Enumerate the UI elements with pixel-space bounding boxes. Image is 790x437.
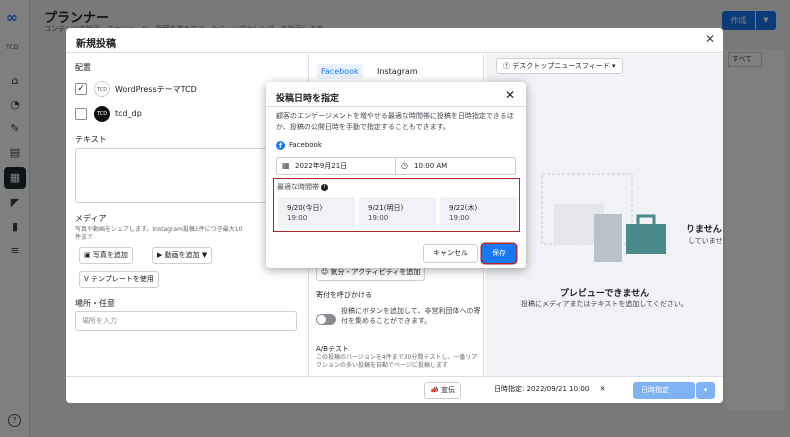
text-label: テキスト (75, 135, 107, 144)
preview-illustration (541, 173, 666, 262)
slot-day: 9/20(今日) (287, 204, 323, 212)
use-template-button[interactable]: V テンプレートを使用 (79, 271, 159, 288)
slot-time: 19:00 (287, 214, 308, 222)
media-note-2: 件まで (75, 234, 94, 241)
tab-facebook[interactable]: Facebook (317, 64, 363, 79)
cancel-button[interactable]: キャンセル (423, 244, 478, 263)
slot-day: 9/22(木) (449, 204, 478, 212)
time-slot[interactable]: 9/22(木) 19:00 (440, 197, 517, 228)
time-slot[interactable]: 9/21(明日) 19:00 (359, 197, 436, 228)
schedule-dialog: 投稿日時を指定 ✕ 顧客のエンゲージメントを増やせる最適な時間帯に投稿を日時指定… (266, 82, 526, 268)
boost-label: 宣伝 (440, 386, 455, 394)
time-picker[interactable]: ◷ 10:00 AM (396, 157, 516, 175)
boost-button[interactable]: 📣 宣伝 (424, 382, 461, 399)
dialog-title: 投稿日時を指定 (276, 94, 340, 104)
media-label: メディア (75, 214, 107, 223)
info-icon[interactable]: i (321, 183, 328, 191)
post-text-input[interactable] (75, 148, 297, 203)
placement-label: 配置 (75, 63, 91, 72)
schedule-dropdown-icon[interactable]: ▾ (696, 382, 715, 399)
add-photo-label: 写真を追加 (92, 251, 128, 259)
donation-label: 寄付を呼びかける (316, 291, 372, 299)
account-checkbox[interactable] (75, 108, 87, 120)
composer-close-icon[interactable]: ✕ (703, 32, 717, 46)
dialog-description: 顧客のエンゲージメントを増やせる最適な時間帯に投稿を日時指定できるほか、投稿の公… (276, 112, 514, 131)
save-button[interactable]: 保存 (482, 244, 516, 263)
composer-title: 新規投稿 (76, 39, 116, 50)
tab-instagram[interactable]: Instagram (373, 64, 422, 79)
place-input[interactable]: 場所を入力 (75, 311, 297, 331)
feed-dropdown[interactable]: ⓕ デスクトップニュースフィード ▾ (496, 58, 623, 74)
schedule-button-label: 日時指定 (641, 386, 669, 394)
feed-dropdown-label: デスクトップニュースフィード (512, 62, 610, 70)
place-label: 場所・任意 (75, 299, 115, 308)
time-slot[interactable]: 9/20(今日) 19:00 (278, 197, 355, 228)
media-note: 写真や動画をシェアします。Instagram投稿1件につき最大10 (75, 226, 243, 233)
preview-title: プレビューできません (559, 289, 650, 299)
facebook-icon: f (276, 141, 285, 150)
clock-icon: ◷ (401, 161, 408, 170)
time-value: 10:00 AM (414, 162, 448, 170)
donation-desc: 投稿にボタンを追加して、非営利団体への寄付を集めることができます。 (341, 307, 481, 325)
account-checkbox[interactable]: ✓ (75, 83, 87, 95)
date-picker[interactable]: ▦ 2022年9月21日 (276, 157, 396, 175)
account-name: tcd_dp (115, 109, 142, 118)
ab-test-desc: この投稿のバージョンを4件まで30分間テストし、一番リアクションの多い投稿を自動… (316, 354, 478, 369)
schedule-button[interactable]: 日時指定 (633, 382, 695, 399)
calendar-icon: ▦ (282, 161, 290, 170)
feeling-label: 気分・アクティビティを追加 (330, 268, 421, 276)
template-label: テンプレートを使用 (91, 275, 154, 283)
best-times-section: 最適な時間帯 i 9/20(今日) 19:00 9/21(明日) 19:00 9/… (273, 178, 520, 232)
add-video-button[interactable]: ▶ 動画を追加 ▼ (152, 247, 213, 264)
composer-footer: 📣 宣伝 日時指定: 2022/09/21 10:00 ✕ 日時指定 ▾ (66, 376, 723, 403)
slot-day: 9/21(明日) (368, 204, 404, 212)
schedule-info-text: 日時指定: 2022/09/21 10:00 (494, 385, 590, 393)
divider (66, 52, 723, 53)
best-times-label: 最適な時間帯 i (277, 182, 328, 192)
slot-time: 19:00 (449, 214, 470, 222)
date-value: 2022年9月21日 (295, 162, 348, 170)
avatar: TCD (94, 81, 110, 97)
add-video-label: 動画を追加 (164, 251, 200, 259)
avatar: TCD (94, 106, 110, 122)
divider (266, 106, 526, 107)
clear-schedule-icon[interactable]: ✕ (600, 385, 606, 393)
ab-test-label: A/Bテスト (316, 345, 349, 353)
account-name: WordPressテーマTCD (115, 85, 197, 94)
platform-label: Facebook (289, 141, 322, 149)
schedule-info: 日時指定: 2022/09/21 10:00 ✕ (489, 382, 610, 399)
preview-side-sub: していませ (688, 237, 723, 245)
best-times-text: 最適な時間帯 (277, 183, 319, 191)
add-photo-button[interactable]: ▣ 写真を追加 (79, 247, 133, 264)
slot-time: 19:00 (368, 214, 389, 222)
donation-toggle[interactable] (316, 314, 336, 325)
preview-subtitle: 投稿にメディアまたはテキストを追加してください。 (521, 300, 688, 308)
preview-side-title: りません (686, 225, 722, 235)
dialog-close-icon[interactable]: ✕ (503, 88, 517, 102)
